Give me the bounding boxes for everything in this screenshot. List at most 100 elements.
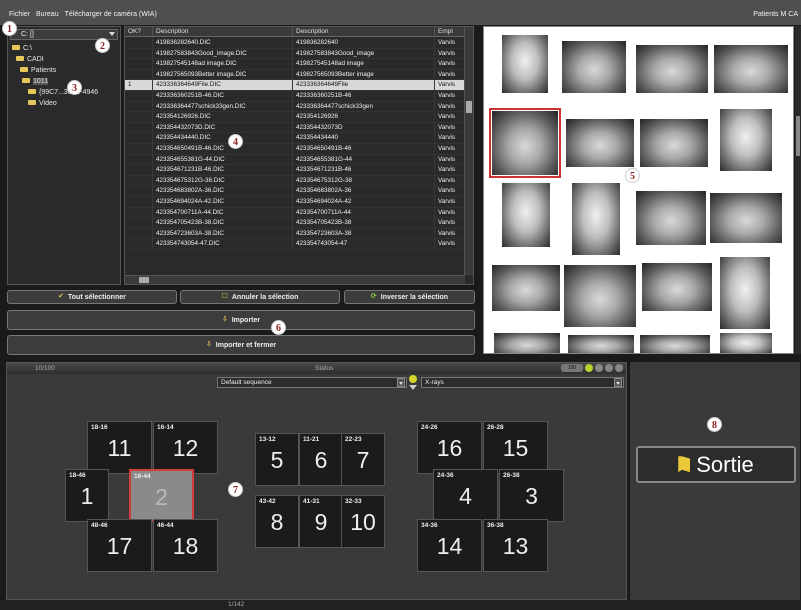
status-pill[interactable]: 100 xyxy=(561,364,583,372)
table-row[interactable]: 423336364477schick33gen.DIC 423336364477s… xyxy=(125,101,465,113)
table-row[interactable]: 423354743054-47.DIC 423354743054-47 Varvis xyxy=(125,239,465,250)
scroll-thumb[interactable] xyxy=(466,101,472,113)
table-row[interactable]: 423354655381G-44.DIC 423354655381G-44 Varv… xyxy=(125,154,465,166)
tooth-slot-11[interactable]: 18-16 11 xyxy=(87,421,152,474)
xray-thumbnail[interactable] xyxy=(640,335,710,353)
grid-vertical-scrollbar[interactable] xyxy=(795,26,801,354)
table-row[interactable]: 419827583843Good_image.DIC 419827583843Go… xyxy=(125,48,465,60)
tooth-slot-16[interactable]: 24-26 16 xyxy=(417,421,482,474)
menu-icon[interactable] xyxy=(615,364,623,372)
tooth-slot-9[interactable]: 41-31 9 xyxy=(299,495,343,548)
settings-icon[interactable] xyxy=(605,364,613,372)
xray-thumbnail[interactable] xyxy=(502,183,550,247)
xray-dropdown[interactable]: X-rays xyxy=(421,377,624,388)
table-row[interactable]: 423354434440.DIC 423354434440 Varvis xyxy=(125,133,465,144)
xray-thumbnail[interactable] xyxy=(642,263,712,311)
tree-item-video[interactable]: Video xyxy=(12,98,120,109)
column-header-description-2[interactable]: Description xyxy=(293,27,435,36)
sequence-dropdown[interactable]: Default sequence xyxy=(217,377,407,388)
tooth-slot-8[interactable]: 43-42 8 xyxy=(255,495,299,548)
tooth-slot-15[interactable]: 26-28 15 xyxy=(483,421,548,474)
xray-thumbnail[interactable] xyxy=(636,45,708,93)
import-button[interactable]: ⇩ Importer xyxy=(7,310,475,330)
select-all-button[interactable]: ✔ Tout sélectionner xyxy=(7,290,177,304)
cell-location: Varvis xyxy=(435,59,465,69)
table-row[interactable]: 423336360251B-46.DIC 423336360251B-46 Varv… xyxy=(125,90,465,102)
table-row[interactable]: 423354683802A-36.DIC 423354683802A-36 Varv… xyxy=(125,186,465,197)
tooth-slot-2[interactable]: 16-44 2 xyxy=(129,469,194,522)
cell-location: Varvis xyxy=(435,48,465,59)
xray-thumbnail[interactable] xyxy=(640,119,708,167)
invert-selection-button[interactable]: ⟳ Inverser la sélection xyxy=(344,290,475,304)
table-row[interactable]: 423354671231B-46.DIC 423354671231B-46 Varv… xyxy=(125,165,465,176)
column-header-description[interactable]: Description xyxy=(153,27,293,36)
table-row[interactable]: 1 423336364649File.DIC 423336364649File Var… xyxy=(125,80,465,91)
tooth-slot-12[interactable]: 16-14 12 xyxy=(153,421,218,474)
xray-dropdown-value: X-rays xyxy=(425,379,444,386)
xray-thumbnail[interactable] xyxy=(562,41,626,93)
tooth-slot-4[interactable]: 24-36 4 xyxy=(433,469,498,522)
xray-thumbnail[interactable] xyxy=(494,333,560,353)
tooth-slot-label: 18-46 xyxy=(69,472,86,479)
tree-item-patients[interactable]: Patients xyxy=(12,65,120,76)
table-vertical-scrollbar[interactable] xyxy=(464,27,473,275)
tooth-slot-5[interactable]: 13-12 5 xyxy=(255,433,299,486)
table-row[interactable]: 423354723603A-38.DIC 423354723603A-38 Varv… xyxy=(125,228,465,240)
tooth-slot-6[interactable]: 11-21 6 xyxy=(299,433,343,486)
scroll-thumb[interactable] xyxy=(796,116,800,156)
tree-item-cadi[interactable]: CADI xyxy=(12,54,120,65)
xray-thumbnail[interactable] xyxy=(572,183,620,255)
tooth-slot-3[interactable]: 26-38 3 xyxy=(499,469,564,522)
table-row[interactable]: 423354700711A-44.DIC 423354700711A-44 Varv… xyxy=(125,207,465,219)
exit-button[interactable]: Sortie xyxy=(636,446,796,483)
xray-thumbnail[interactable] xyxy=(566,119,634,167)
xray-thumbnail[interactable] xyxy=(720,257,770,329)
cell-location: Varvis xyxy=(435,80,465,90)
tree-item-1011[interactable]: 1011 xyxy=(12,76,120,87)
column-header-ok[interactable]: OK? xyxy=(125,27,153,36)
menu-telecharger-camera[interactable]: Télécharger de caméra (WIA) xyxy=(65,11,157,18)
folder-icon xyxy=(16,55,24,61)
xray-thumbnail[interactable] xyxy=(564,265,636,327)
tooth-slot-7[interactable]: 22-23 7 xyxy=(341,433,385,486)
table-row[interactable]: 423354432073D.DIC 423354432073D Varvis xyxy=(125,122,465,134)
xray-thumbnail[interactable] xyxy=(714,45,788,93)
tooth-slot-10[interactable]: 32-33 10 xyxy=(341,495,385,548)
cell-ok xyxy=(125,38,153,48)
xray-thumbnail[interactable] xyxy=(636,191,706,245)
table-row[interactable]: 419827565093Better image.DIC 419827565093… xyxy=(125,69,465,81)
table-row[interactable]: 423354694024A-42.DIC 423354694024A-42 Varv… xyxy=(125,196,465,208)
tooth-slot-17[interactable]: 48-46 17 xyxy=(87,519,152,572)
xray-thumbnail[interactable] xyxy=(492,265,560,311)
xray-thumbnail[interactable] xyxy=(720,109,772,171)
tooth-slot-18[interactable]: 46-44 18 xyxy=(153,519,218,572)
column-header-empl[interactable]: Empl xyxy=(435,27,465,36)
cancel-selection-button[interactable]: ☐ Annuler la sélection xyxy=(180,290,340,304)
sequence-toggle[interactable] xyxy=(409,375,418,393)
xray-thumbnail[interactable] xyxy=(568,335,634,353)
xray-thumbnail[interactable] xyxy=(720,333,772,353)
menu-fichier[interactable]: Fichier xyxy=(9,11,30,18)
xray-thumbnail[interactable] xyxy=(502,35,548,93)
table-row[interactable]: 423354705423B-38.DIC 423354705423B-38 Varv… xyxy=(125,218,465,229)
cell-description: 423354434440 xyxy=(293,133,435,143)
table-row[interactable]: 423354126926.DIC 423354126926 Varvis xyxy=(125,112,465,123)
import-close-button[interactable]: ⇩ Importer et fermer xyxy=(7,335,475,355)
menu-bureau[interactable]: Bureau xyxy=(36,11,59,18)
table-row[interactable]: 423354650491B-46.DIC 423354650491B-46 Varv… xyxy=(125,143,465,155)
tooth-slot-1[interactable]: 18-46 1 xyxy=(65,469,109,522)
xray-thumbnail-selected[interactable] xyxy=(489,108,561,178)
save-icon[interactable] xyxy=(595,364,603,372)
tooth-slot-13[interactable]: 36-38 13 xyxy=(483,519,548,572)
table-row[interactable]: 419827545148ad image.DIC 419827545148ad i… xyxy=(125,59,465,70)
tooth-slot-label: 24-26 xyxy=(421,424,438,431)
cell-location: Varvis xyxy=(435,175,465,186)
status-indicator-icon[interactable] xyxy=(585,364,593,372)
tooth-slot-14[interactable]: 34-36 14 xyxy=(417,519,482,572)
tree-item-guid-folder[interactable]: {99C7...363E-4946 xyxy=(12,87,120,98)
scroll-thumb[interactable] xyxy=(139,277,149,283)
xray-thumbnail[interactable] xyxy=(710,193,782,243)
table-horizontal-scrollbar[interactable] xyxy=(125,275,465,284)
table-row[interactable]: 423354675312G-38.DIC 423354675312G-38 Varv… xyxy=(125,175,465,187)
table-row[interactable]: 419836282640.DIC 419836282640 Varvis xyxy=(125,38,465,49)
